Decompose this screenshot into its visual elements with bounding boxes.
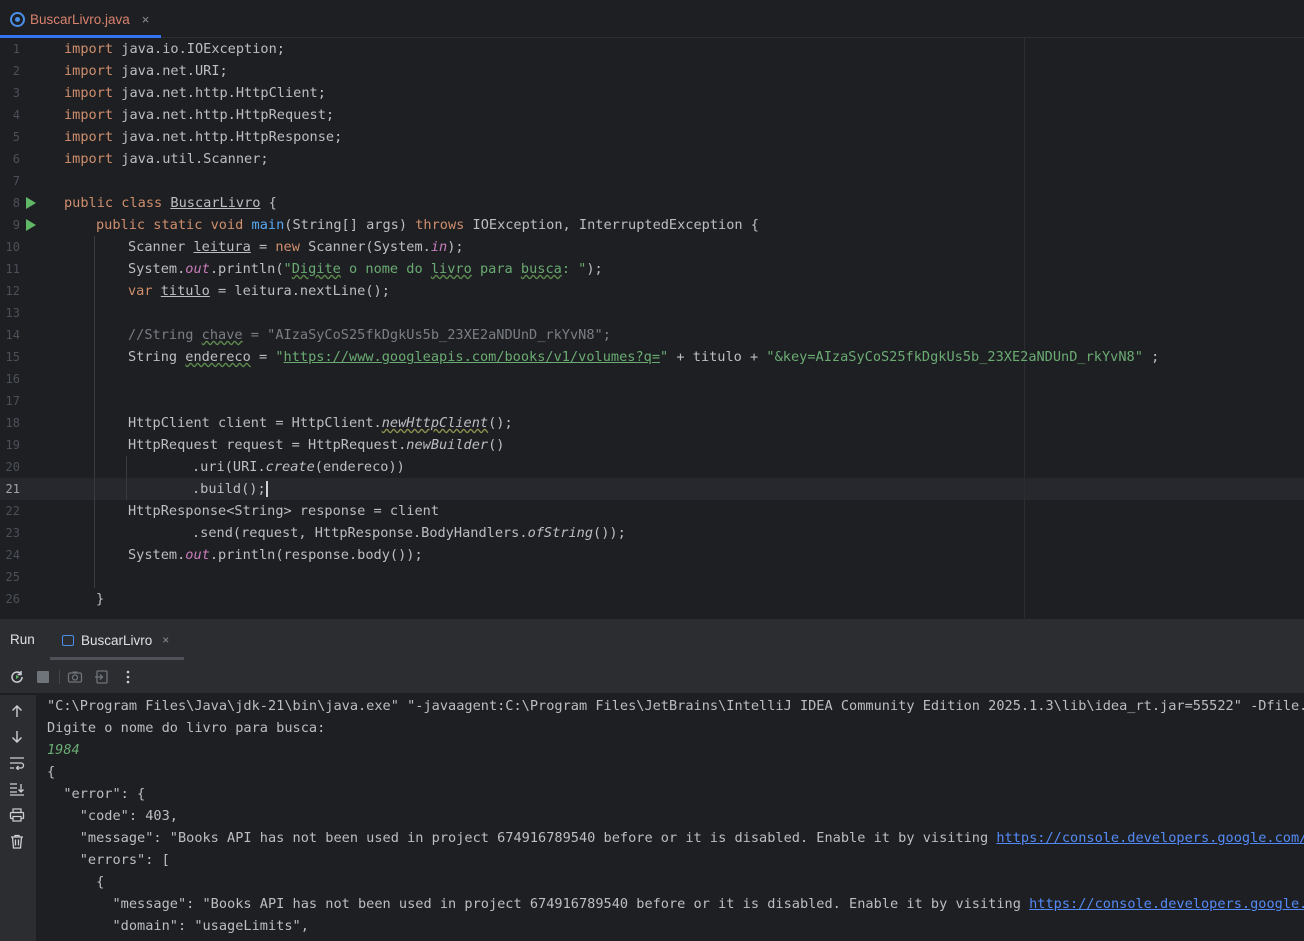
console-line: { <box>47 764 56 780</box>
console-line: "errors": [ <box>47 852 170 868</box>
soft-wrap-button[interactable] <box>8 756 26 774</box>
line-number: 7 <box>12 174 20 188</box>
more-vertical-icon <box>126 670 130 684</box>
code-line-2: import java.net.URI; <box>64 63 228 79</box>
line-number: 13 <box>5 306 20 320</box>
code-line-10: Scanner leitura = new Scanner(System.in)… <box>128 239 464 255</box>
code-line-8: public class BuscarLivro { <box>64 195 277 211</box>
screenshot-button[interactable] <box>67 669 83 685</box>
run-tab-label: BuscarLivro <box>81 632 153 648</box>
run-toolbar <box>0 660 1304 694</box>
code-line-14: //String chave = "AIzaSyCoS25fkDgkUs5b_2… <box>128 327 611 343</box>
run-tab-buscarlivro[interactable]: BuscarLivro × <box>50 619 184 661</box>
run-config-icon <box>62 634 74 646</box>
console-line: "domain": "usageLimits", <box>47 918 309 934</box>
run-tool-window-header: Run BuscarLivro × <box>0 618 1304 660</box>
soft-wrap-icon <box>10 757 25 771</box>
scroll-down-button[interactable] <box>8 730 26 748</box>
close-icon[interactable]: × <box>142 12 150 27</box>
code-editor[interactable]: 1 2 3 4 5 6 7 8 9 10 11 12 13 14 15 16 17 18 19 20 21 22 23 24 2… <box>0 38 1304 618</box>
arrow-up-icon <box>12 705 22 717</box>
clear-console-button[interactable] <box>8 834 26 852</box>
console-line: "message": "Books API has not been used … <box>47 893 1304 915</box>
rerun-icon <box>11 671 23 683</box>
code-line-5: import java.net.http.HttpResponse; <box>64 129 343 145</box>
code-line-1: import java.io.IOException; <box>64 41 285 57</box>
code-line-26: } <box>96 591 105 607</box>
toolbar-separator <box>59 670 60 684</box>
editor-tab-bar: BuscarLivro.java × <box>0 0 1304 38</box>
camera-icon <box>67 671 83 683</box>
print-button[interactable] <box>8 808 26 826</box>
scroll-to-end-button[interactable] <box>8 782 26 800</box>
code-line-22: HttpResponse<String> response = client <box>128 503 439 519</box>
text-caret <box>265 481 268 497</box>
exit-icon <box>95 670 108 684</box>
line-number: 17 <box>5 394 20 408</box>
code-line-24: System.out.println(response.body()); <box>128 547 423 563</box>
code-line-18: HttpClient client = HttpClient.newHttpCl… <box>128 415 513 431</box>
stop-icon <box>37 671 49 683</box>
more-options-button[interactable] <box>120 669 136 685</box>
stop-button[interactable] <box>35 669 51 685</box>
line-number: 25 <box>5 570 20 584</box>
close-icon[interactable]: × <box>162 633 169 647</box>
scroll-to-end-icon <box>10 783 24 796</box>
code-line-6: import java.util.Scanner; <box>64 151 269 167</box>
console-link[interactable]: https://console.developers.google.com <box>1029 896 1304 912</box>
tab-label: BuscarLivro.java <box>30 11 130 27</box>
console-line: "code": 403, <box>47 808 178 824</box>
code-line-4: import java.net.http.HttpRequest; <box>64 107 335 123</box>
code-line-12: var titulo = leitura.nextLine(); <box>128 283 390 299</box>
run-panel-title: Run <box>10 632 35 647</box>
console-link[interactable]: https://console.developers.google.com/ap… <box>996 830 1304 846</box>
console-line: "message": "Books API has not been used … <box>47 827 1304 849</box>
rerun-button[interactable] <box>9 669 25 685</box>
console-line: { <box>47 874 105 890</box>
arrow-down-icon <box>12 731 22 743</box>
code-line-23: .send(request, HttpResponse.BodyHandlers… <box>192 525 626 541</box>
console-output[interactable]: "C:\Program Files\Java\jdk-21\bin\java.e… <box>36 695 1304 941</box>
restore-layout-button[interactable] <box>94 669 110 685</box>
line-number: 16 <box>5 372 20 386</box>
code-line-20: .uri(URI.create(endereco)) <box>192 459 405 475</box>
code-line-21: .build(); <box>192 481 268 497</box>
code-line-11: System.out.println("Digite o nome do liv… <box>128 261 603 277</box>
editor-tab-buscarlivro[interactable]: BuscarLivro.java × <box>0 0 161 38</box>
trash-icon <box>11 834 23 849</box>
console-line: "C:\Program Files\Java\jdk-21\bin\java.e… <box>47 698 1304 714</box>
console-user-input: 1984 <box>47 742 80 758</box>
code-line-19: HttpRequest request = HttpRequest.newBui… <box>128 437 505 453</box>
scroll-up-button[interactable] <box>8 704 26 722</box>
code-line-3: import java.net.http.HttpClient; <box>64 85 326 101</box>
java-class-icon <box>10 11 25 27</box>
print-icon <box>9 808 25 822</box>
code-line-9: public static void main(String[] args) t… <box>96 217 759 233</box>
console-line: Digite o nome do livro para busca: <box>47 720 326 736</box>
console-line: "error": { <box>47 786 146 802</box>
code-line-15: String endereco = "https://www.googleapi… <box>128 349 1160 365</box>
console-side-toolbar <box>0 695 36 941</box>
